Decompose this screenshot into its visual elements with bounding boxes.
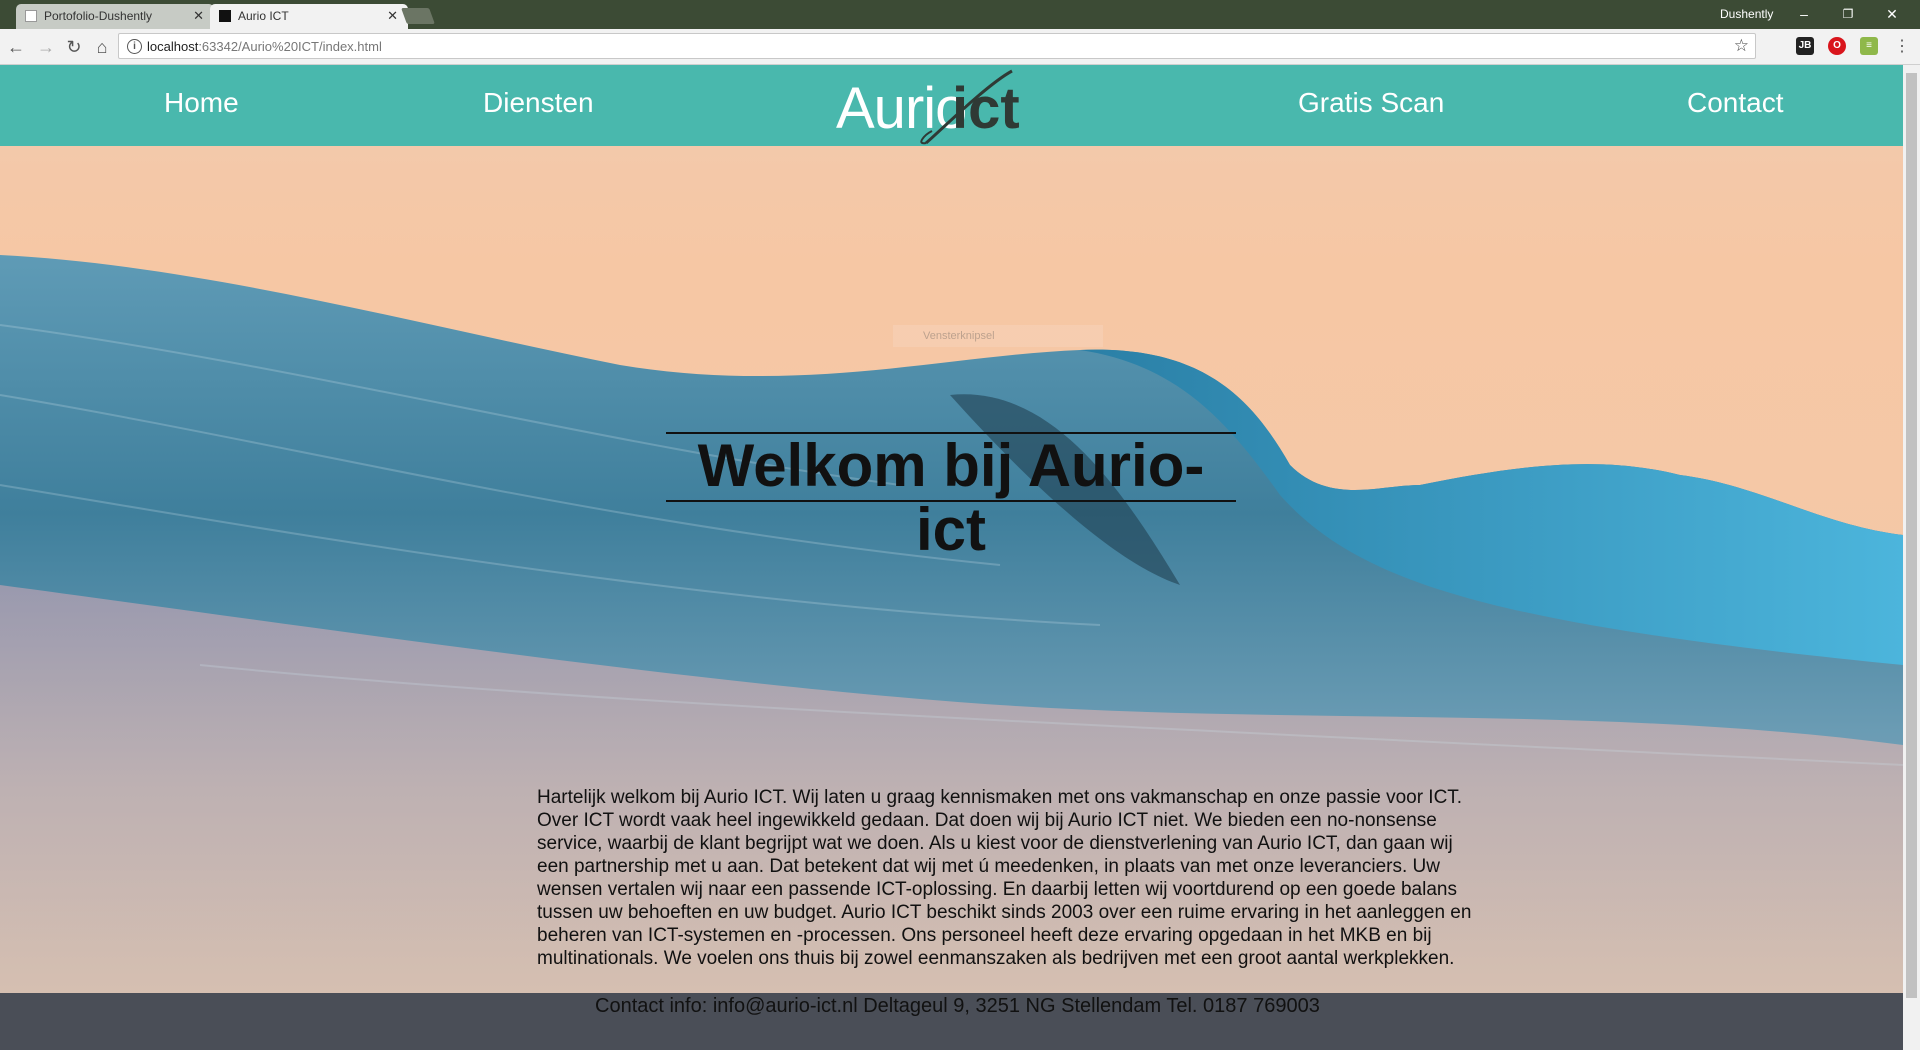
page-viewport: Vensterknipsel Home Diensten Aurio ict G… — [0, 65, 1903, 1050]
restore-button[interactable]: ❐ — [1826, 2, 1870, 26]
nav-home-link[interactable]: Home — [164, 87, 239, 119]
nav-gratis-scan-link[interactable]: Gratis Scan — [1298, 87, 1444, 119]
contact-info: Contact info: info@aurio-ict.nl Deltageu… — [595, 995, 1320, 1017]
extension-opera-icon[interactable]: O — [1828, 37, 1846, 55]
address-bar[interactable]: i localhost:63342/Aurio%20ICT/index.html… — [118, 33, 1756, 59]
close-tab-icon[interactable]: ✕ — [387, 8, 398, 24]
reload-icon[interactable]: ↻ — [62, 35, 86, 59]
home-icon[interactable]: ⌂ — [90, 35, 114, 59]
phpstorm-icon — [219, 10, 231, 22]
snipping-overlay-hint: Vensterknipsel — [893, 325, 1103, 347]
scrollbar-thumb[interactable] — [1906, 73, 1917, 998]
page-icon — [25, 10, 37, 22]
profile-name[interactable]: Dushently — [1720, 7, 1773, 21]
minimize-button[interactable]: – — [1782, 2, 1826, 26]
aurio-ict-logo[interactable]: Aurio ict — [836, 65, 1044, 146]
close-tab-icon[interactable]: ✕ — [193, 8, 204, 24]
intro-paragraph: Hartelijk welkom bij Aurio ICT. Wij late… — [537, 787, 1472, 969]
window-close-button[interactable]: ✕ — [1870, 2, 1914, 26]
address-url: localhost:63342/Aurio%20ICT/index.html — [147, 39, 382, 54]
menu-icon[interactable]: ⋮ — [1890, 35, 1914, 59]
tab-portfolio[interactable]: Portofolio-Dushently ✕ — [16, 4, 214, 29]
site-navigation: Home Diensten Aurio ict Gratis Scan Cont… — [0, 65, 1903, 146]
tab-aurio-ict[interactable]: Aurio ICT ✕ — [210, 4, 408, 29]
tab-title: Aurio ICT — [238, 9, 289, 23]
new-tab-button[interactable] — [401, 8, 435, 24]
browser-tab-bar: Portofolio-Dushently ✕ Aurio ICT ✕ Dushe… — [0, 0, 1920, 29]
forward-arrow-icon[interactable]: → — [34, 35, 58, 59]
nav-diensten-link[interactable]: Diensten — [483, 87, 594, 119]
logo-swoosh-icon — [920, 69, 1013, 145]
page-title: Welkom bij Aurio-ict — [666, 432, 1236, 562]
browser-toolbar: ← → ↻ ⌂ i localhost:63342/Aurio%20ICT/in… — [0, 29, 1920, 65]
back-arrow-icon[interactable]: ← — [4, 35, 28, 59]
info-icon[interactable]: i — [127, 39, 142, 54]
tab-title: Portofolio-Dushently — [44, 9, 153, 23]
extension-sheet-icon[interactable]: ≡ — [1860, 37, 1878, 55]
extension-jb-icon[interactable]: JB — [1796, 37, 1814, 55]
bookmark-star-icon[interactable]: ☆ — [1734, 36, 1749, 56]
nav-contact-link[interactable]: Contact — [1687, 87, 1784, 119]
page-scrollbar[interactable] — [1903, 65, 1920, 1050]
